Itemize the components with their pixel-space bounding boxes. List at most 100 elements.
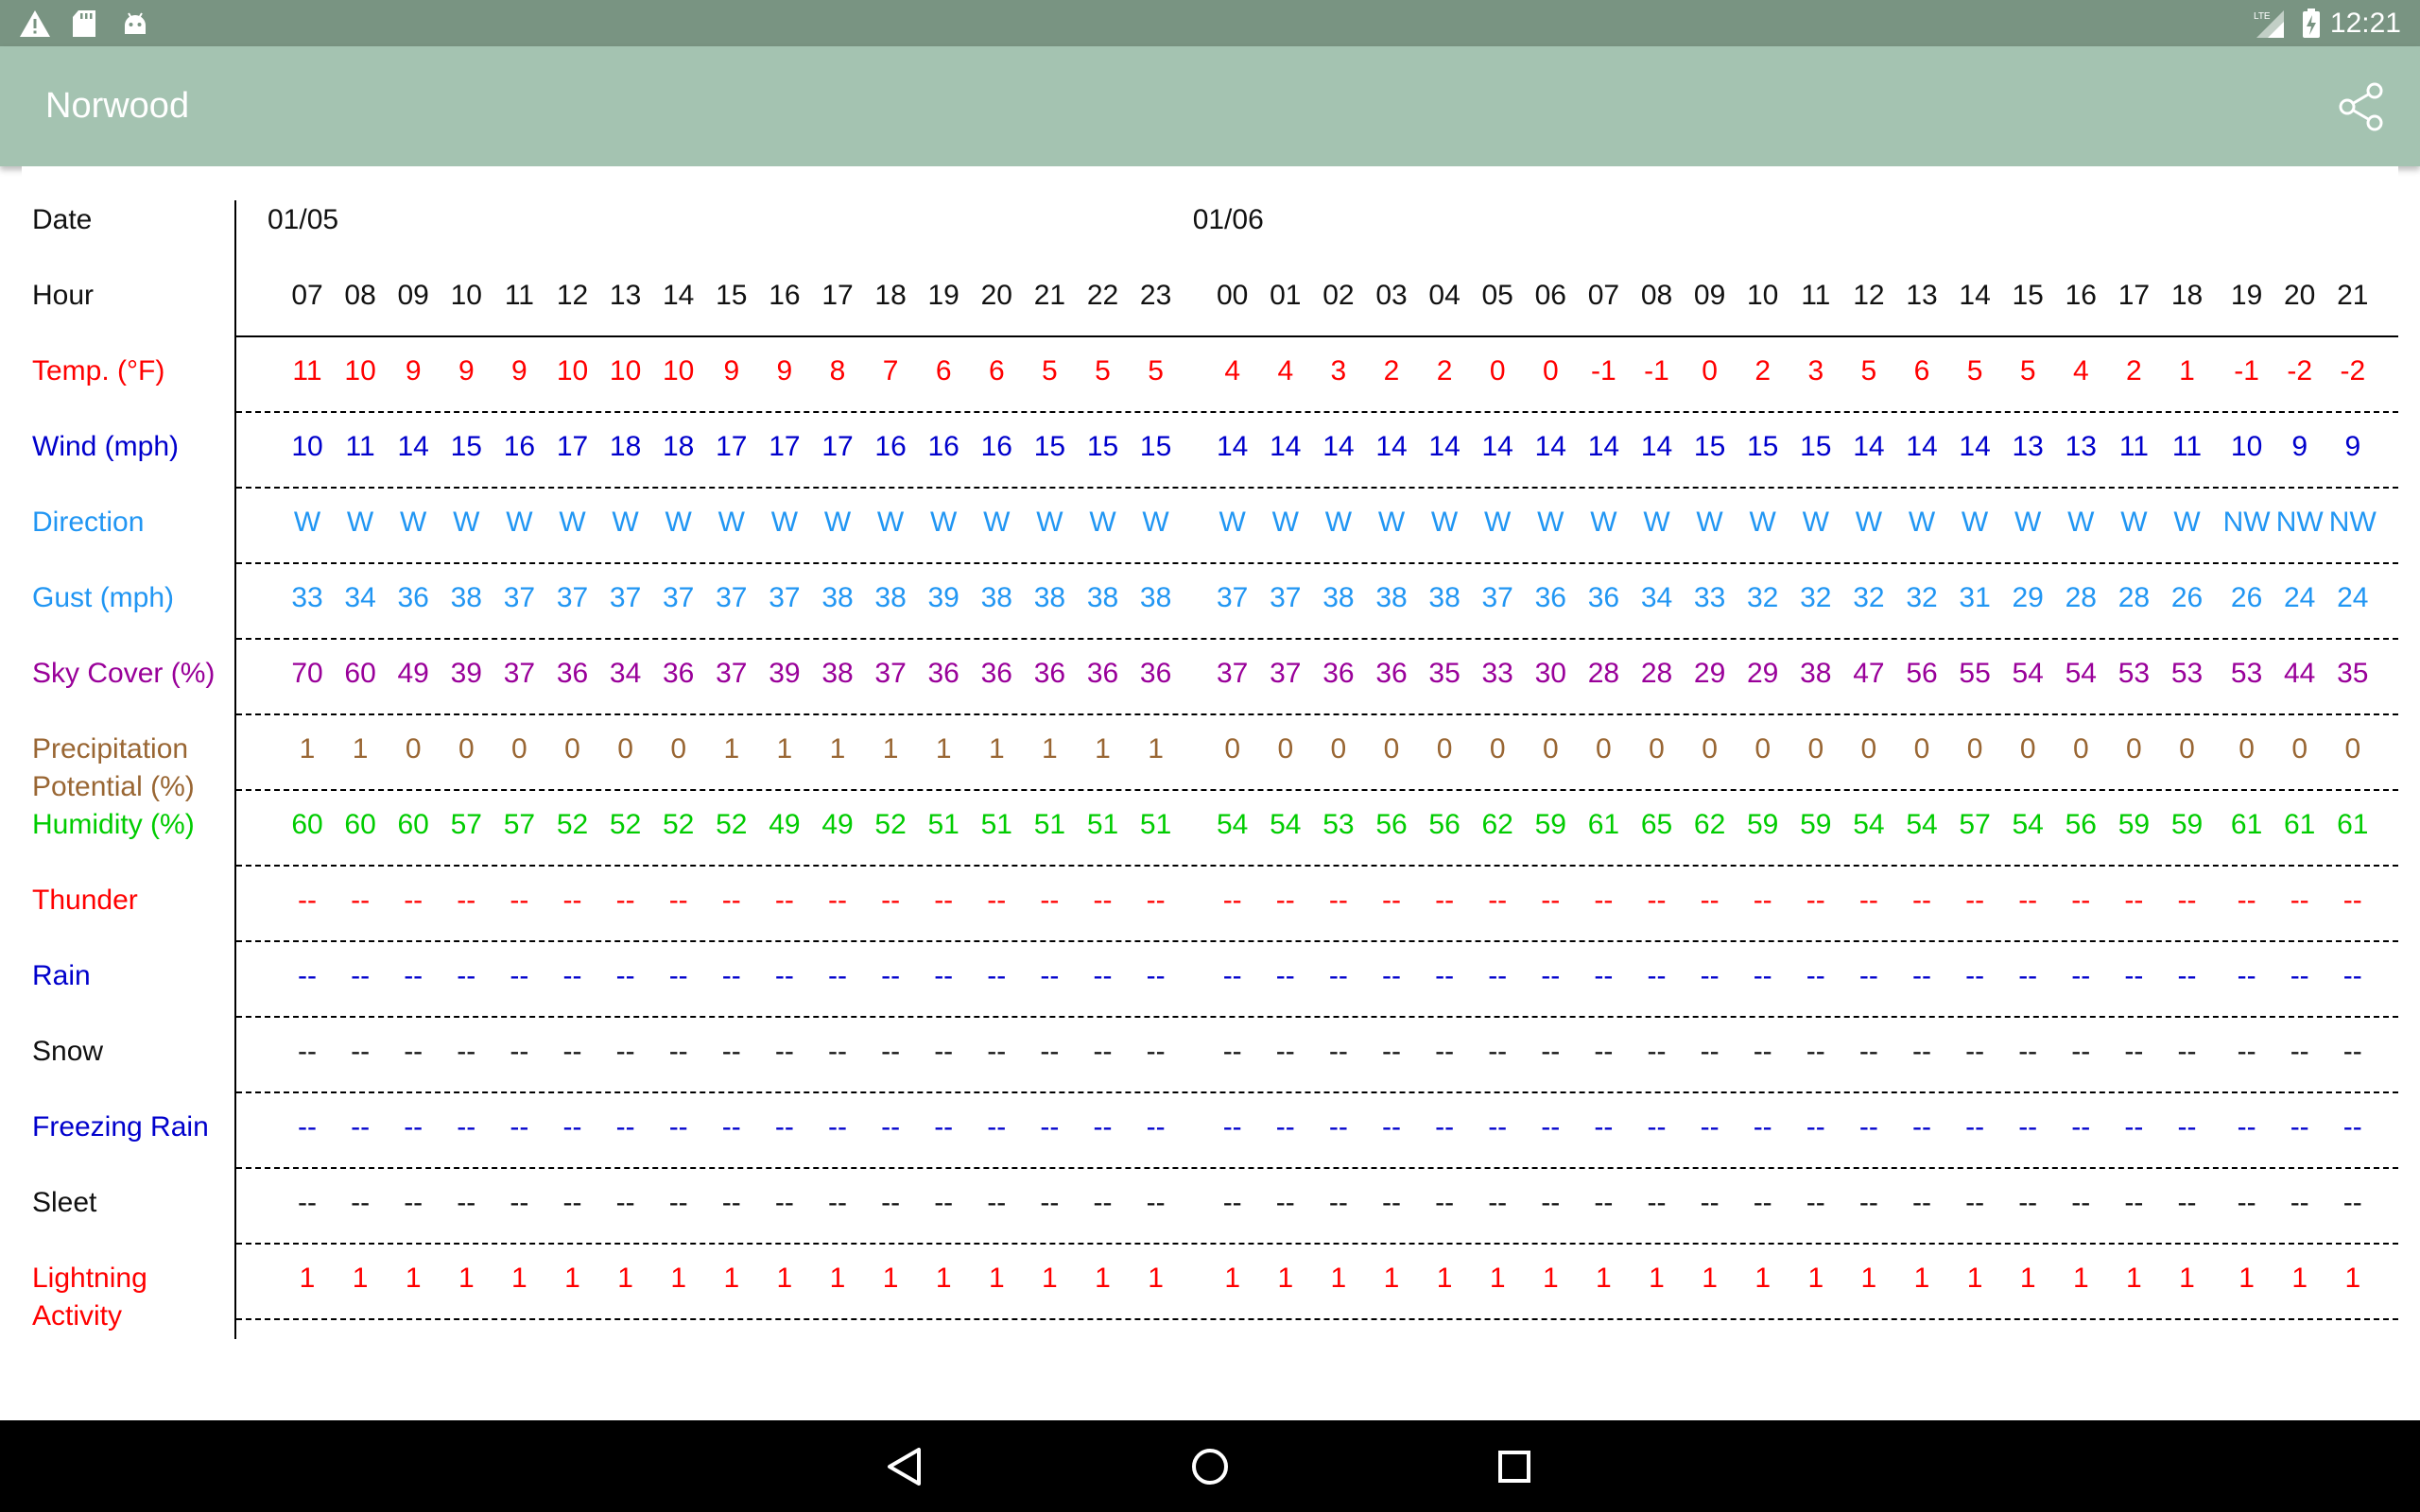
table-cell: 61 <box>1587 809 1620 840</box>
table-cell: -- <box>987 1036 1007 1067</box>
table-cell: -- <box>1700 1036 1720 1067</box>
table-cell: -- <box>1222 885 1242 916</box>
table-cell: 29 <box>1747 658 1779 689</box>
table-cell: -- <box>774 1111 794 1143</box>
table-cell: 0 <box>2344 733 2361 765</box>
table-cell: 1 <box>1095 1263 1111 1294</box>
table-cell: -- <box>2237 885 2256 916</box>
table-cell: 38 <box>450 582 482 613</box>
back-button[interactable] <box>875 1437 934 1496</box>
table-cell: -- <box>668 1111 688 1143</box>
table-cell: -- <box>404 960 424 991</box>
table-cell: 2 <box>2126 355 2142 387</box>
table-cell: 5 <box>1966 355 1983 387</box>
row-label-hour: Hour <box>32 280 95 311</box>
table-cell: W <box>1142 507 1169 538</box>
table-cell: -- <box>1146 1111 1166 1143</box>
table-cell: -- <box>457 1036 476 1067</box>
home-button[interactable] <box>1181 1437 1239 1496</box>
table-cell: 12 <box>1853 280 1885 311</box>
table-cell: -- <box>1093 885 1113 916</box>
table-cell: 1 <box>299 1263 316 1294</box>
table-cell: W <box>1590 507 1617 538</box>
table-cell: 1 <box>2019 1263 2036 1294</box>
table-cell: 57 <box>450 809 482 840</box>
table-cell: 37 <box>1270 658 1302 689</box>
table-cell: 01 <box>1270 280 1302 311</box>
table-cell: 0 <box>2238 733 2255 765</box>
table-cell: 35 <box>2337 658 2369 689</box>
table-cell: -- <box>1328 1187 1348 1218</box>
share-button[interactable] <box>2331 77 2392 137</box>
table-cell: 05 <box>1481 280 1513 311</box>
table-cell: 9 <box>405 355 422 387</box>
table-cell: 14 <box>1428 431 1461 462</box>
table-cell: -- <box>2290 1187 2309 1218</box>
table-cell: -- <box>1040 885 1060 916</box>
table-cell: 11 <box>2171 431 2203 462</box>
table-cell: -- <box>2071 1036 2091 1067</box>
table-cell: -- <box>934 960 954 991</box>
row-divider <box>236 487 2398 489</box>
table-cell: 38 <box>1033 582 1066 613</box>
table-cell: 11 <box>2118 431 2149 462</box>
table-cell: 03 <box>1375 280 1408 311</box>
table-cell: 61 <box>2337 809 2369 840</box>
table-cell: -- <box>934 1036 954 1067</box>
table-cell: -- <box>1382 960 1401 991</box>
table-cell: 0 <box>2179 733 2195 765</box>
table-cell: 18 <box>609 431 642 462</box>
table-cell: 10 <box>1747 280 1779 311</box>
table-cell: 14 <box>1959 431 1991 462</box>
table-cell: 1 <box>1966 1263 1983 1294</box>
table-cell: 51 <box>1033 809 1066 840</box>
row-divider <box>236 1016 2398 1018</box>
table-cell: 54 <box>1853 809 1885 840</box>
row-divider <box>236 1167 2398 1169</box>
table-cell: -- <box>1912 1036 1931 1067</box>
table-cell: -- <box>828 1111 847 1143</box>
table-cell: -- <box>1146 960 1166 991</box>
table-cell: -- <box>1965 1187 1985 1218</box>
table-cell: 36 <box>1086 658 1119 689</box>
table-cell: -- <box>510 1036 529 1067</box>
date-cell: 01/05 <box>268 204 339 235</box>
table-cell: 37 <box>556 582 589 613</box>
table-cell: -- <box>1328 1036 1348 1067</box>
status-bar: LTE 12:21 <box>0 0 2420 46</box>
table-cell: 52 <box>556 809 589 840</box>
table-cell: 14 <box>1959 280 1991 311</box>
row-label-freezing: Freezing Rain <box>32 1111 209 1143</box>
table-cell: -- <box>1093 1036 1113 1067</box>
table-cell: -- <box>1328 885 1348 916</box>
table-cell: 56 <box>2065 809 2097 840</box>
table-cell: -- <box>1912 885 1931 916</box>
table-cell: 37 <box>769 582 801 613</box>
table-cell: 1 <box>1436 1263 1453 1294</box>
row-label-humidity: Humidity (%) <box>32 809 195 840</box>
forecast-grid[interactable]: 01/05 01/06 07 08 09 10 11 12 13 14 15 16 17 18 19 20 21… <box>236 166 2398 1419</box>
table-cell: 10 <box>556 355 589 387</box>
table-cell: -- <box>1753 1036 1772 1067</box>
table-cell: 36 <box>397 582 429 613</box>
table-cell: 54 <box>2012 809 2044 840</box>
table-cell: -- <box>2290 960 2309 991</box>
table-cell: -- <box>1382 885 1401 916</box>
home-icon <box>1192 1449 1228 1485</box>
header-divider <box>236 335 2398 337</box>
table-cell: W <box>506 507 533 538</box>
table-cell: W <box>1961 507 1989 538</box>
table-cell: -- <box>2177 885 2197 916</box>
table-cell: W <box>1696 507 1723 538</box>
recents-button[interactable] <box>1485 1437 1544 1496</box>
table-cell: W <box>717 507 745 538</box>
forecast-table[interactable]: Date Hour Temp. (°F) Wind (mph) Direction Gus… <box>22 166 2398 1419</box>
row-divider <box>236 865 2398 867</box>
table-cell: 1 <box>352 733 369 765</box>
table-cell: 19 <box>927 280 959 311</box>
table-cell: 18 <box>663 431 695 462</box>
table-cell: 1 <box>776 733 793 765</box>
table-cell: 38 <box>821 582 854 613</box>
table-cell: -- <box>1700 960 1720 991</box>
table-cell: -- <box>1965 960 1985 991</box>
